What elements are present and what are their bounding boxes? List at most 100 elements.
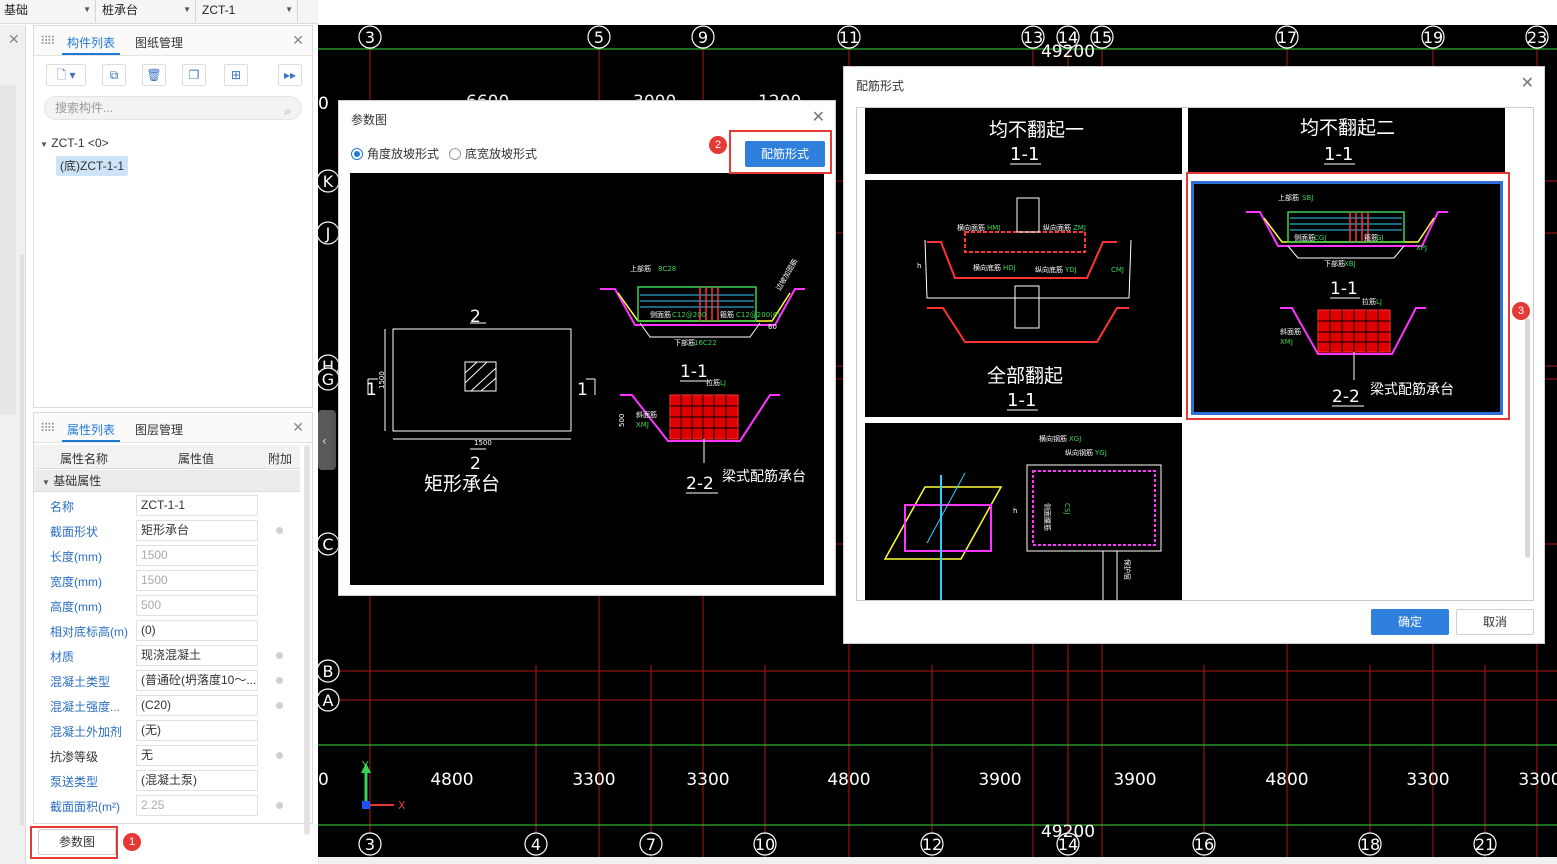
attach-indicator-icon[interactable] [276,702,283,709]
property-value-field[interactable]: 无 [136,745,258,766]
cancel-button[interactable]: 取消 [1456,609,1534,635]
strip-scrollbar-2[interactable] [20,255,24,825]
rebar-option-3[interactable]: 横向面筋 HMJ 纵向面筋 ZMJ 横向底筋 HDJ 纵向底筋 YDJ CMJ … [865,180,1182,417]
tab-layer-management[interactable]: 图层管理 [135,421,183,438]
property-value-field[interactable]: 现浇混凝土 [136,645,258,666]
axis-label-row: K [323,172,334,191]
component-type-select[interactable]: 桩承台 ▼ [98,0,196,22]
dialog-title: 配筋形式 [856,79,905,93]
property-value-field[interactable]: 1500 [136,570,258,591]
step-badge-2: 2 [709,136,727,154]
property-row[interactable]: 混凝土类型 (普通砼(坍落度10～... [34,668,300,693]
close-icon[interactable]: ✕ [292,419,304,436]
property-value-field[interactable]: 500 [136,595,258,616]
left-edge-digit: 0 [318,94,329,114]
rebar-option-1[interactable]: 均不翻起一 1-1 [865,108,1182,174]
collapse-icon[interactable]: ▼ [42,478,50,487]
left-side-strip: ✕ [0,25,26,864]
attach-indicator-icon[interactable] [276,802,283,809]
component-type-value: 桩承台 [102,3,139,17]
property-value-field[interactable]: (C20) [136,695,258,716]
more-icon[interactable]: ▸▸ [278,64,302,86]
step-badge-1: 1 [123,833,141,851]
radio-angle-label: 角度放坡形式 [367,147,440,161]
tab-component-list[interactable]: 构件列表 [67,34,115,51]
strip-scrollbar[interactable] [0,85,16,415]
property-row[interactable]: 混凝土强度... (C20) [34,693,300,718]
option-1-section: 1-1 [1010,144,1039,165]
property-name: 材质 [50,650,75,664]
property-group-basic[interactable]: ▼ 基础属性 [34,470,300,492]
attach-indicator-icon[interactable] [276,752,283,759]
chevron-left-icon[interactable]: ‹ [322,434,327,448]
component-select[interactable]: ZCT-1 ▼ [198,0,298,22]
attach-indicator-icon[interactable] [276,527,283,534]
top-total-dimension: 49200 [1041,42,1095,62]
top-toolbar: 基础 ▼ 桩承台 ▼ ZCT-1 ▼ [0,0,318,24]
property-row[interactable]: 材质 现浇混凝土 [34,643,300,668]
property-scrollbar[interactable] [304,445,310,835]
property-value-field[interactable]: (0) [136,620,258,641]
option-1-title: 均不翻起一 [989,119,1084,141]
drag-handle-icon[interactable]: ⠿⠿ [40,421,56,435]
rebar-option-2[interactable]: 均不翻起二 1-1 [1188,108,1505,174]
tree-node-child-selected[interactable]: (底)ZCT-1-1 [56,156,128,176]
property-row[interactable]: 截面面积(m²) 2.25 [34,793,300,818]
close-icon[interactable]: ✕ [8,31,20,48]
delete-icon[interactable]: 🗑 [142,64,166,86]
component-list-panel: ⠿⠿ 构件列表 图纸管理 ✕ 🗋 ▾ ⧉ 🗑 ❐ ⊞ ▸▸ 搜索构件... ⌕ ▼… [33,25,313,408]
expand-icon[interactable]: ▼ [40,140,48,149]
property-row[interactable]: 名称 ZCT-1-1 [34,493,300,518]
options-scrollbar[interactable] [1525,318,1530,558]
tab-property-list[interactable]: 属性列表 [67,421,115,438]
section-mark-2-bottom: 2 [470,454,481,474]
property-row[interactable]: 长度(mm) 1500 [34,543,300,568]
duplicate-icon[interactable]: ❐ [182,64,206,86]
property-row[interactable]: 泵送类型 (混凝土泵) [34,768,300,793]
section-mark-2-top: 2 [470,307,481,327]
close-icon[interactable]: ✕ [812,107,825,127]
property-value-field[interactable]: (普通砼(坍落度10～... [136,670,258,691]
property-value-field[interactable]: (混凝土泵) [136,770,258,791]
property-value-field[interactable]: ZCT-1-1 [136,495,258,516]
label-rect-cap: 矩形承台 [424,473,500,495]
highlight-box-1 [30,826,118,859]
attach-indicator-icon[interactable] [276,677,283,684]
property-row[interactable]: 截面形状 矩形承台 [34,518,300,543]
tree-node-parent[interactable]: ▼ ZCT-1 <0> [40,136,109,150]
property-row[interactable]: 相对底标高(m) (0) [34,618,300,643]
tab-drawing-management[interactable]: 图纸管理 [135,34,183,51]
property-value-field[interactable]: (无) [136,720,258,741]
new-component-icon[interactable]: 🗋 ▾ [46,64,86,86]
drag-handle-icon[interactable]: ⠿⠿ [40,34,56,48]
plan-dim-width: 1500 [378,371,386,389]
label-zmj-code: ZMJ [1073,224,1086,232]
svg-text:Y: Y [361,759,369,772]
bottom-dimension: 4800 [430,770,473,790]
property-value-field[interactable]: 矩形承台 [136,520,258,541]
property-group-label: 基础属性 [53,474,102,488]
axis-label-row: A [323,691,334,710]
search-icon: ⌕ [284,104,291,118]
property-row[interactable]: 宽度(mm) 1500 [34,568,300,593]
floor-type-select[interactable]: 基础 ▼ [0,0,96,22]
radio-width-slope[interactable]: 底宽放坡形式 [449,145,537,162]
property-row[interactable]: 高度(mm) 500 [34,593,300,618]
label-ydj-code: YDJ [1064,266,1077,274]
property-value-field[interactable]: 2.25 [136,795,258,816]
rebar-option-5[interactable]: 横向钢筋 XGJ 纵向钢筋 YGJ 侧面腰筋 CSJ h 保护层 [865,423,1182,600]
search-input[interactable]: 搜索构件... ⌕ [44,96,302,120]
copy-icon[interactable]: ⧉ [102,64,126,86]
ok-button[interactable]: 确定 [1371,609,1449,635]
property-value-field[interactable]: 1500 [136,545,258,566]
property-row[interactable]: 混凝土外加剂 (无) [34,718,300,743]
close-icon[interactable]: ✕ [292,32,304,49]
panel-collapse-handle[interactable] [318,410,336,470]
bottom-dimension-row: 4800 3300 3300 4800 3900 3900 4800 3300 3300 [430,770,1557,790]
close-icon[interactable]: ✕ [1521,73,1534,93]
label-xgj-code: XGJ [1069,435,1081,443]
attach-indicator-icon[interactable] [276,652,283,659]
property-row[interactable]: 抗渗等级 无 [34,743,300,768]
save-icon[interactable]: ⊞ [224,64,248,86]
radio-angle-slope[interactable]: 角度放坡形式 [351,145,439,162]
